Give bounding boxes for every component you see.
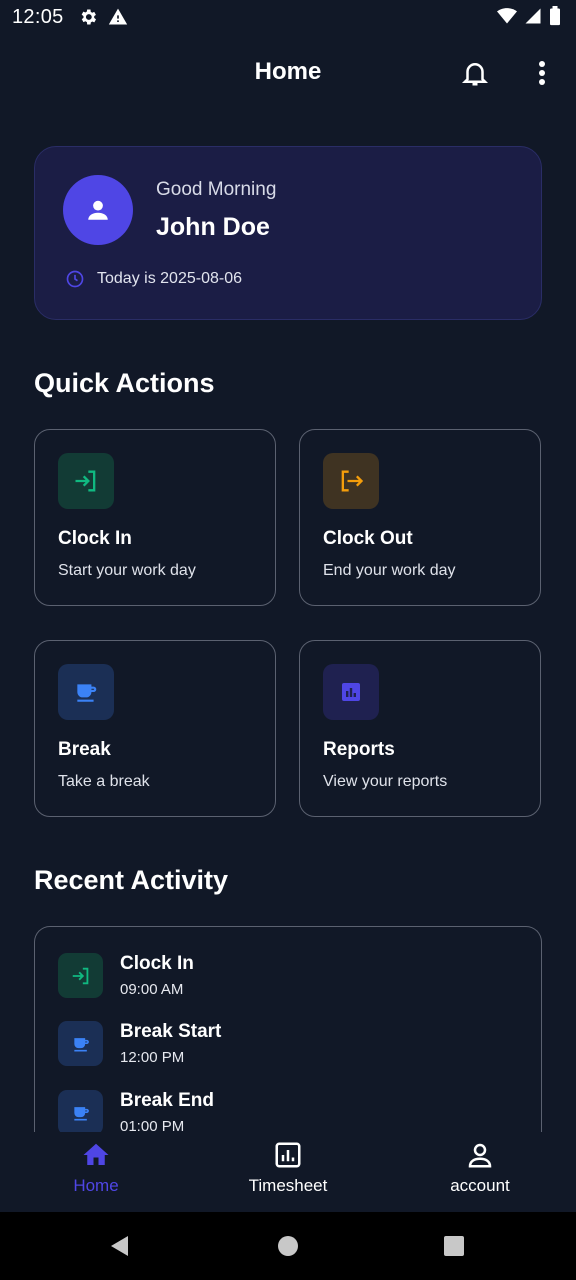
activity-item[interactable]: Break End 01:00 PM: [58, 1090, 498, 1132]
signal-icon: [525, 8, 541, 24]
recent-activity-title: Recent Activity: [34, 865, 229, 895]
activity-icon-box: [58, 1090, 103, 1132]
person-icon: [468, 1143, 492, 1168]
back-icon[interactable]: [108, 1234, 132, 1258]
reports-icon-box: [323, 664, 379, 720]
activity-item[interactable]: Clock In 09:00 AM: [58, 953, 498, 1003]
bottom-navigation: Home Timesheet account: [0, 1132, 576, 1212]
activity-time: 09:00 AM: [120, 981, 184, 998]
nav-home[interactable]: Home: [0, 1140, 192, 1210]
status-time: 12:05: [12, 5, 64, 28]
activity-icon-box: [58, 953, 103, 998]
nav-label: Timesheet: [248, 1176, 328, 1195]
more-options-button[interactable]: [530, 58, 554, 88]
action-subtitle: Take a break: [58, 773, 150, 790]
action-title: Break: [58, 739, 111, 760]
greeting-card: Good Morning John Doe Today is 2025-08-0…: [34, 146, 542, 320]
coffee-icon: [77, 684, 97, 702]
clock-in-card[interactable]: Clock In Start your work day: [34, 429, 276, 606]
greeting-text: Good Morning: [156, 179, 277, 200]
bar-chart-icon: [342, 683, 360, 701]
app-bar: Home: [0, 34, 576, 114]
recent-activity-card: Clock In 09:00 AM Break Start 12:00 PM B…: [34, 926, 542, 1132]
date-row: Today is 2025-08-06: [65, 269, 242, 289]
status-bar: 12:05: [0, 0, 576, 34]
clock-in-icon-box: [58, 453, 114, 509]
nav-timesheet[interactable]: Timesheet: [192, 1140, 384, 1210]
action-subtitle: Start your work day: [58, 562, 196, 579]
clock-out-card[interactable]: Clock Out End your work day: [299, 429, 541, 606]
bell-icon: [461, 63, 489, 86]
coffee-icon: [73, 1037, 89, 1051]
battery-icon: [550, 6, 560, 26]
warning-icon: [108, 8, 127, 25]
nav-label: Home: [73, 1176, 119, 1195]
user-name: John Doe: [156, 213, 270, 241]
timesheet-icon: [275, 1142, 301, 1168]
login-icon: [72, 967, 88, 984]
break-card[interactable]: Break Take a break: [34, 640, 276, 817]
activity-time: 01:00 PM: [120, 1118, 185, 1132]
activity-label: Clock In: [120, 953, 194, 974]
break-icon-box: [58, 664, 114, 720]
activity-item[interactable]: Break Start 12:00 PM: [58, 1021, 498, 1071]
nav-account[interactable]: account: [384, 1140, 576, 1210]
home-circle-icon[interactable]: [276, 1234, 300, 1258]
more-vert-icon: [539, 61, 545, 85]
action-title: Reports: [323, 739, 395, 760]
home-icon: [83, 1143, 109, 1165]
activity-label: Break Start: [120, 1021, 222, 1042]
action-title: Clock In: [58, 528, 132, 549]
notifications-button[interactable]: [460, 58, 490, 88]
nav-label: account: [450, 1176, 510, 1195]
logout-icon: [341, 470, 364, 492]
settings-icon: [81, 9, 96, 25]
coffee-icon: [73, 1106, 89, 1120]
clock-icon: [66, 270, 84, 288]
action-subtitle: View your reports: [323, 773, 448, 790]
quick-actions-title: Quick Actions: [34, 368, 215, 398]
system-navigation-bar: [0, 1212, 576, 1280]
recents-icon[interactable]: [442, 1234, 466, 1258]
action-subtitle: End your work day: [323, 562, 456, 579]
reports-card[interactable]: Reports View your reports: [299, 640, 541, 817]
activity-icon-box: [58, 1021, 103, 1066]
avatar: [63, 175, 133, 245]
wifi-icon: [497, 8, 517, 24]
activity-time: 12:00 PM: [120, 1049, 185, 1066]
date-text: Today is 2025-08-06: [97, 270, 242, 287]
clock-out-icon-box: [323, 453, 379, 509]
login-icon: [75, 470, 96, 492]
activity-label: Break End: [120, 1090, 214, 1111]
action-title: Clock Out: [323, 528, 413, 549]
person-icon: [88, 200, 108, 220]
